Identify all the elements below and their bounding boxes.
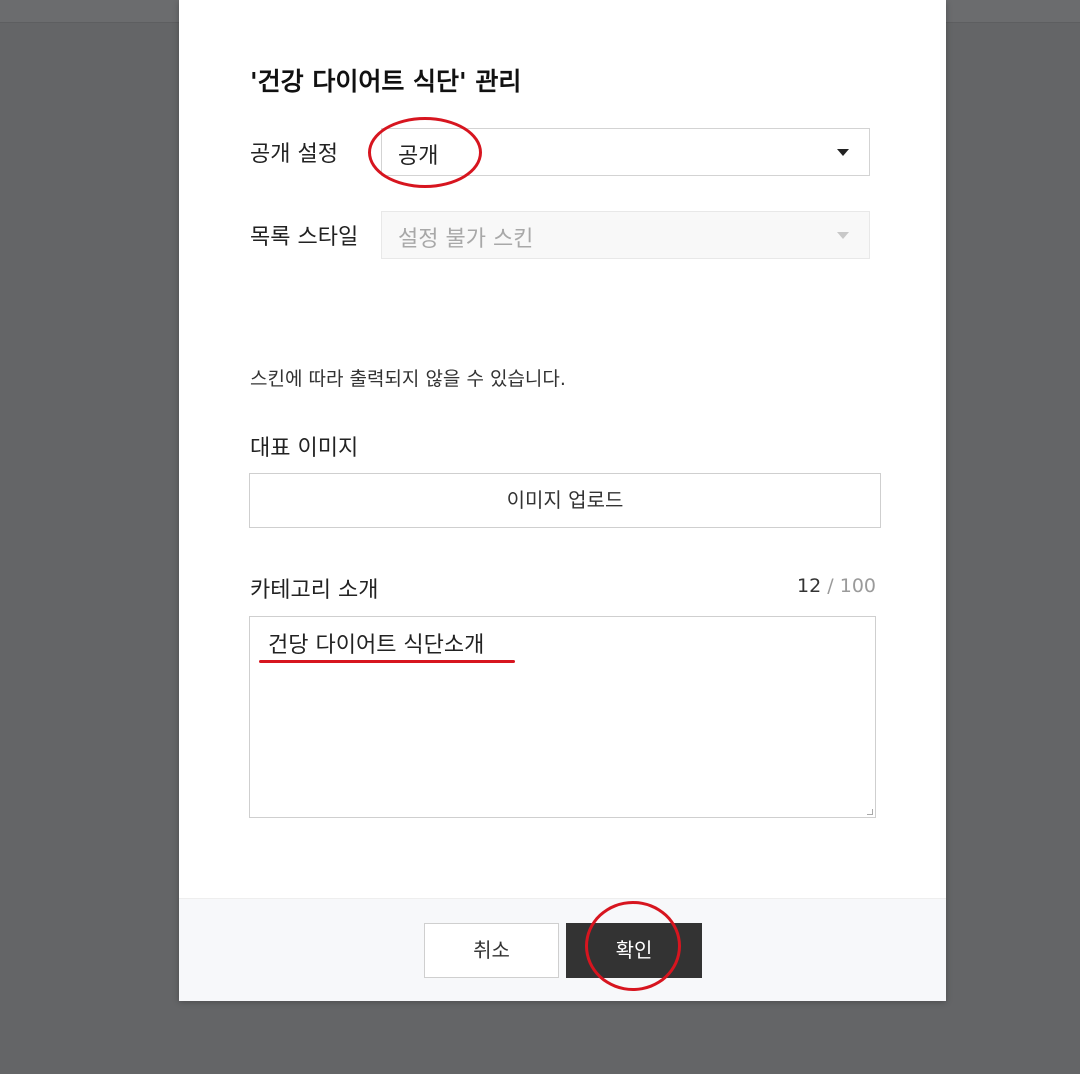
confirm-button[interactable]: 확인 bbox=[566, 923, 702, 978]
chevron-down-icon bbox=[837, 232, 849, 239]
visibility-select-value: 공개 bbox=[398, 144, 439, 169]
skin-helper-text: 스킨에 따라 출력되지 않을 수 있습니다. bbox=[250, 368, 566, 390]
cancel-button[interactable]: 취소 bbox=[424, 923, 559, 978]
chevron-down-icon bbox=[837, 149, 849, 156]
list-style-label: 목록 스타일 bbox=[250, 225, 359, 250]
list-style-select: 설정 불가 스킨 bbox=[381, 211, 870, 259]
list-style-select-value: 설정 불가 스킨 bbox=[398, 227, 534, 252]
category-intro-label: 카테고리 소개 bbox=[250, 578, 379, 603]
image-upload-button[interactable]: 이미지 업로드 bbox=[249, 473, 881, 528]
counter-separator: / bbox=[827, 575, 834, 597]
visibility-select[interactable]: 공개 bbox=[381, 128, 870, 176]
representative-image-label: 대표 이미지 bbox=[250, 436, 359, 461]
dialog-title: '건강 다이어트 식단' 관리 bbox=[250, 67, 522, 96]
character-counter: 12 / 100 bbox=[797, 575, 876, 597]
category-settings-dialog: '건강 다이어트 식단' 관리 공개 설정 공개 목록 스타일 설정 불가 스킨… bbox=[179, 0, 946, 1001]
resize-handle-icon[interactable] bbox=[867, 809, 873, 815]
visibility-label: 공개 설정 bbox=[250, 142, 338, 167]
character-count: 12 bbox=[797, 575, 822, 597]
dialog-footer: 취소 확인 bbox=[179, 898, 946, 1001]
category-intro-text: 건당 다이어트 식단소개 bbox=[268, 633, 485, 658]
character-max: 100 bbox=[839, 575, 876, 597]
category-intro-textarea[interactable]: 건당 다이어트 식단소개 bbox=[249, 616, 876, 818]
